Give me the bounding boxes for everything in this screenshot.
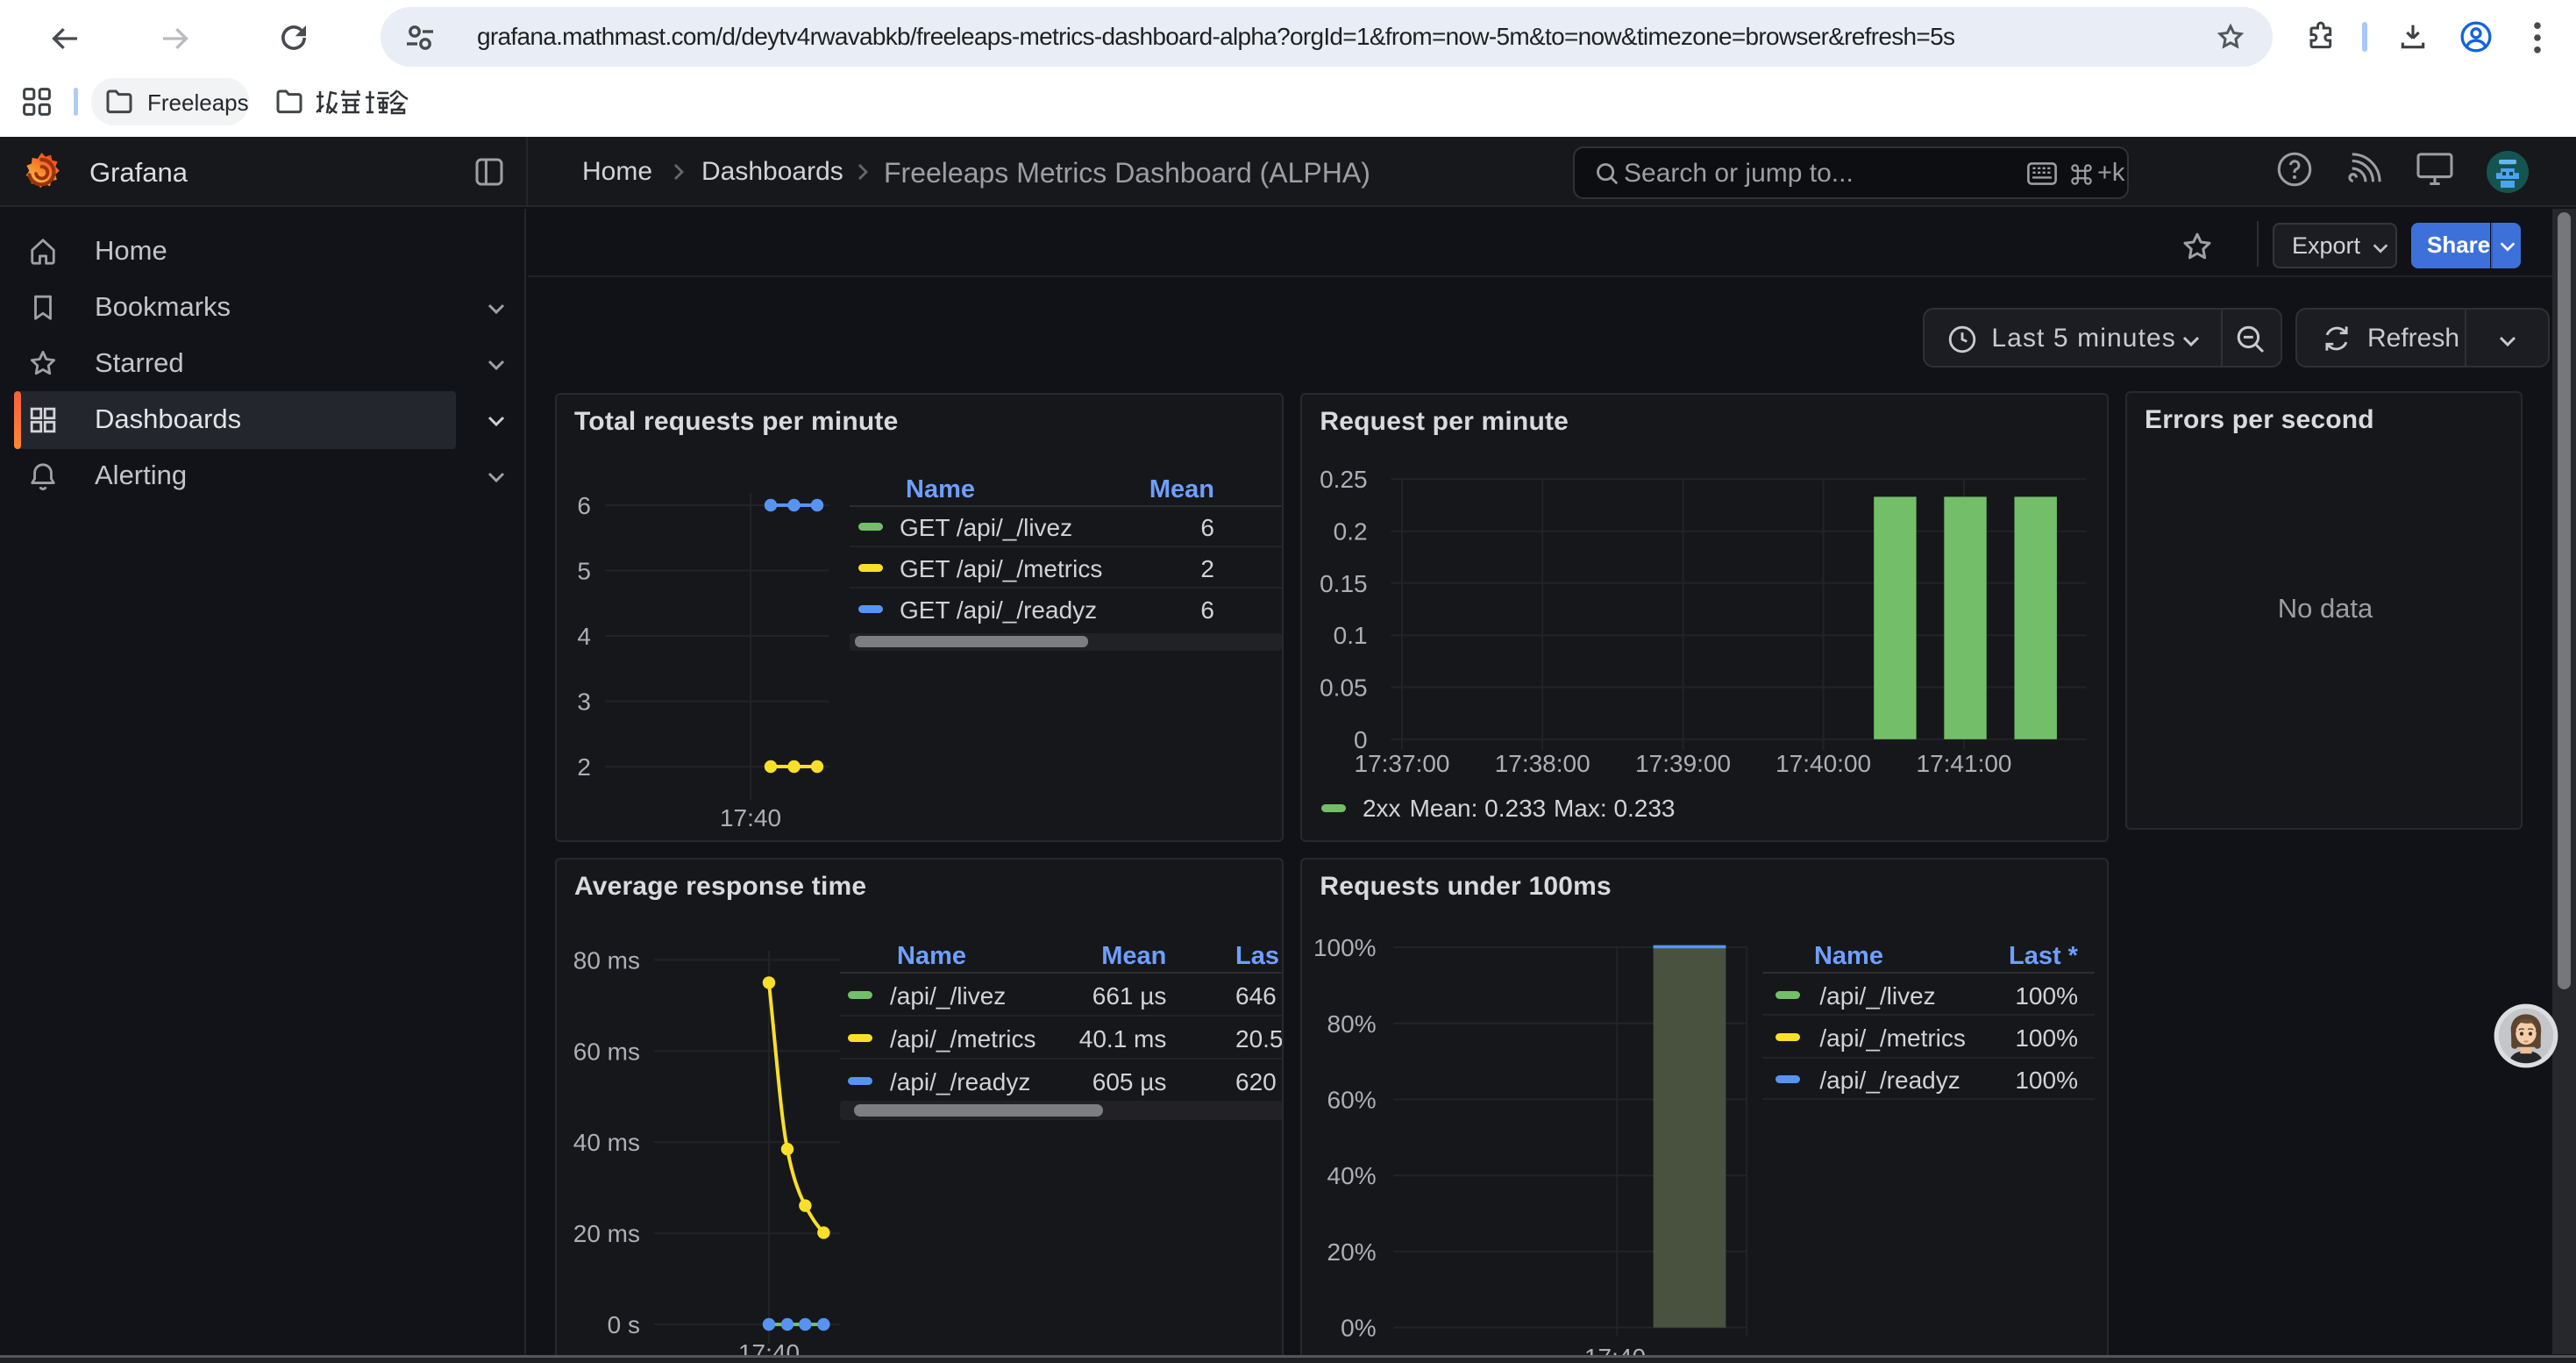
svg-text:60%: 60%: [1327, 1086, 1377, 1113]
svg-text:17:40: 17:40: [720, 804, 781, 831]
svg-text:6: 6: [577, 492, 591, 519]
svg-text:60 ms: 60 ms: [573, 1038, 640, 1065]
svg-text:0 s: 0 s: [608, 1311, 640, 1338]
svg-text:80 ms: 80 ms: [573, 946, 640, 974]
svg-text:0.25: 0.25: [1320, 466, 1368, 493]
svg-text:4: 4: [577, 623, 591, 650]
svg-text:17:37:00: 17:37:00: [1355, 750, 1450, 777]
svg-text:0.1: 0.1: [1334, 622, 1368, 649]
svg-text:40%: 40%: [1327, 1162, 1377, 1189]
svg-text:0.2: 0.2: [1334, 518, 1368, 546]
svg-text:17:40:00: 17:40:00: [1775, 750, 1871, 777]
svg-text:0%: 0%: [1341, 1315, 1377, 1342]
svg-text:100%: 100%: [1313, 934, 1377, 961]
svg-text:3: 3: [577, 689, 591, 716]
svg-text:20%: 20%: [1327, 1238, 1377, 1266]
svg-text:20 ms: 20 ms: [573, 1220, 640, 1247]
svg-text:2: 2: [577, 753, 591, 781]
svg-text:5: 5: [577, 557, 591, 584]
svg-text:80%: 80%: [1327, 1010, 1377, 1038]
svg-text:0.05: 0.05: [1320, 674, 1368, 702]
svg-text:0.15: 0.15: [1320, 570, 1368, 597]
svg-text:40 ms: 40 ms: [573, 1129, 640, 1156]
svg-text:17:39:00: 17:39:00: [1635, 750, 1731, 777]
svg-text:17:38:00: 17:38:00: [1495, 750, 1590, 777]
svg-text:17:41:00: 17:41:00: [1917, 750, 2012, 777]
